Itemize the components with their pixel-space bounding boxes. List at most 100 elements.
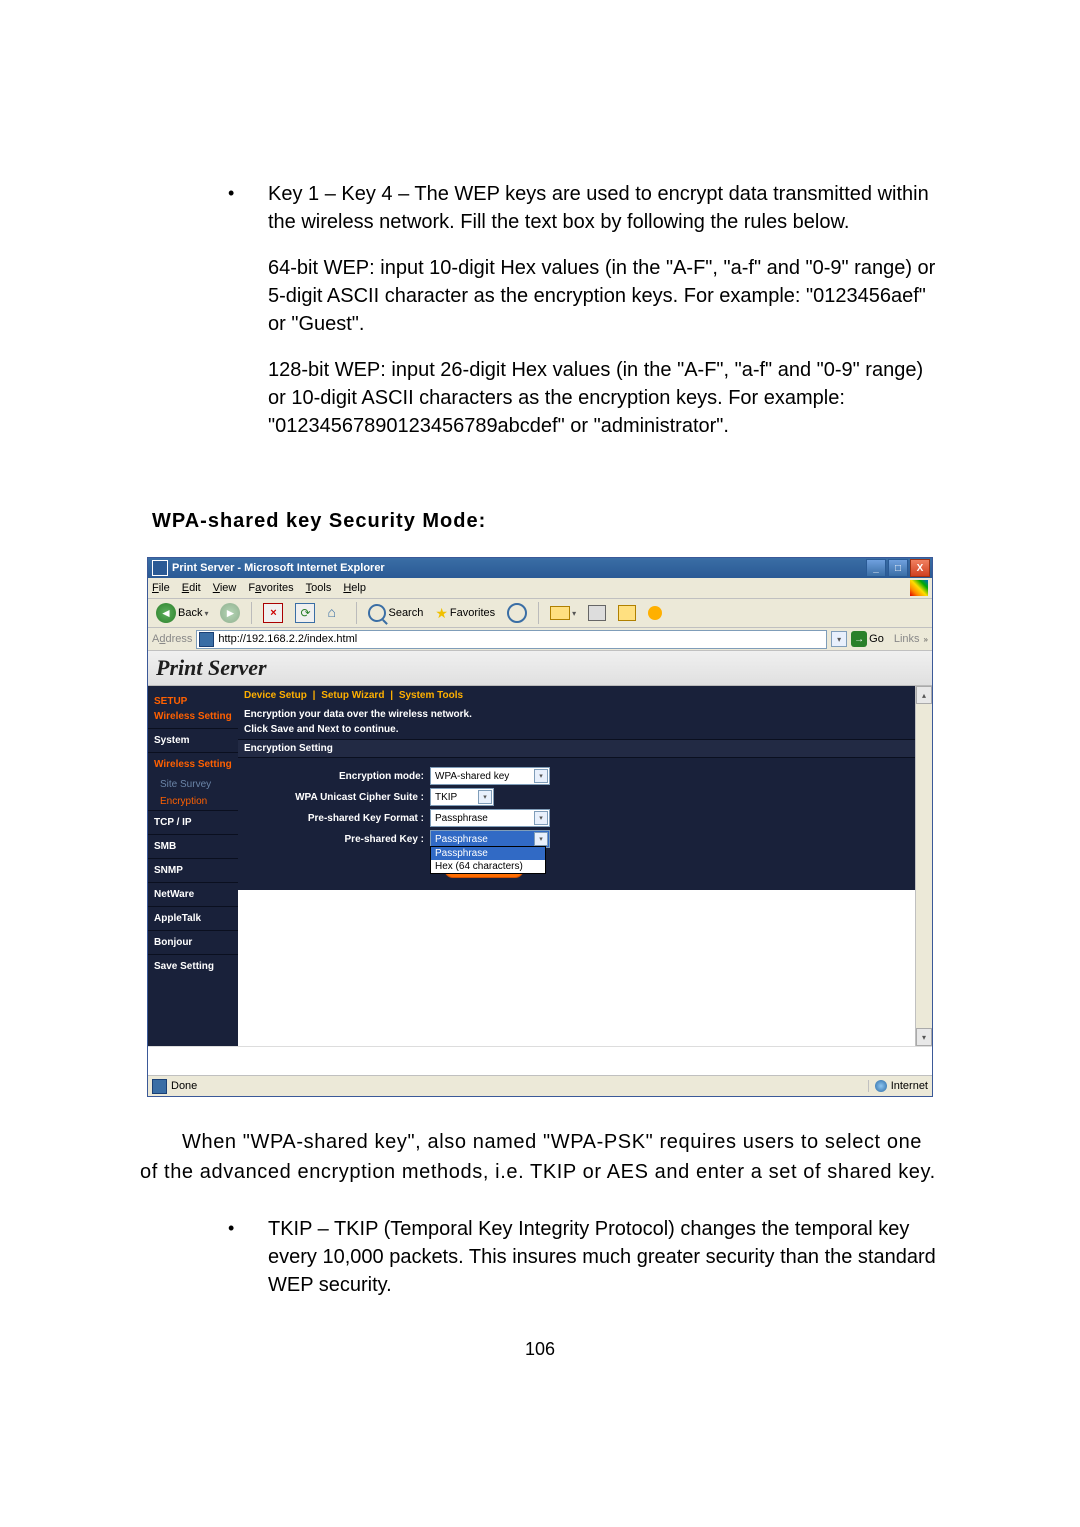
page-icon xyxy=(199,632,214,647)
sidebar-item-snmp[interactable]: SNMP xyxy=(148,858,238,882)
dropdown-preshared-key[interactable]: Passphrase Hex (64 characters) xyxy=(430,846,546,874)
wep-key-desc: Key 1 – Key 4 – The WEP keys are used to… xyxy=(268,180,940,440)
edit-icon xyxy=(618,605,636,621)
menu-help[interactable]: Help xyxy=(343,582,366,594)
search-label: Search xyxy=(388,607,423,619)
select-encryption-mode[interactable]: WPA-shared key ▾ xyxy=(430,767,550,785)
edit-button[interactable] xyxy=(614,603,640,623)
scroll-down-button[interactable]: ▾ xyxy=(916,1028,932,1046)
wep-128bit-para: 128-bit WEP: input 26-digit Hex values (… xyxy=(268,356,940,440)
page-number: 106 xyxy=(140,1339,940,1360)
value-key-format: Passphrase xyxy=(435,813,488,824)
sidebar-item-save-setting[interactable]: Save Setting xyxy=(148,954,238,978)
window-title: Print Server - Microsoft Internet Explor… xyxy=(172,562,866,574)
go-label: Go xyxy=(869,633,884,645)
links-label[interactable]: Links xyxy=(894,633,920,645)
sidebar-setup: SETUP xyxy=(148,692,238,711)
sidebar-item-bonjour[interactable]: Bonjour xyxy=(148,930,238,954)
menu-tools[interactable]: Tools xyxy=(306,582,332,594)
sidebar-item-smb[interactable]: SMB xyxy=(148,834,238,858)
menu-favorites[interactable]: Favorites xyxy=(248,582,293,594)
menu-edit[interactable]: Edit xyxy=(182,582,201,594)
wep-64bit-para: 64-bit WEP: input 10-digit Hex values (i… xyxy=(268,254,940,338)
menubar: File Edit View Favorites Tools Help xyxy=(148,578,932,599)
status-bar: Done Internet xyxy=(148,1075,932,1096)
option-hex[interactable]: Hex (64 characters) xyxy=(431,860,545,873)
app-body: SETUP Wireless Setting System Wireless S… xyxy=(148,686,915,1046)
wpa-psk-para: When "WPA-shared key", also named "WPA-P… xyxy=(140,1127,940,1187)
forward-button[interactable]: ► xyxy=(216,601,244,625)
menu-view[interactable]: View xyxy=(213,582,237,594)
sidebar-sub-encryption[interactable]: Encryption xyxy=(148,793,238,810)
app-title: Print Server xyxy=(156,655,267,680)
stop-button[interactable]: × xyxy=(259,601,287,625)
select-cipher-suite[interactable]: TKIP ▾ xyxy=(430,788,494,806)
status-zone-label: Internet xyxy=(891,1080,928,1092)
content-desc-1: Encryption your data over the wireless n… xyxy=(238,705,915,722)
chevron-down-icon: ▾ xyxy=(534,769,548,783)
menu-file[interactable]: File xyxy=(152,582,170,594)
mail-icon xyxy=(550,606,570,620)
back-icon: ◄ xyxy=(156,603,176,623)
wpa-section-title: WPA-shared key Security Mode: xyxy=(152,510,940,533)
sidebar-item-appletalk[interactable]: AppleTalk xyxy=(148,906,238,930)
crumb-system-tools[interactable]: System Tools xyxy=(399,690,463,701)
scrollbar[interactable]: ▴ ▾ xyxy=(915,686,932,1046)
select-key-format[interactable]: Passphrase ▾ xyxy=(430,809,550,827)
maximize-button[interactable]: □ xyxy=(888,559,908,577)
address-dropdown[interactable]: ▾ xyxy=(831,631,847,647)
home-button[interactable]: ⌂ xyxy=(323,602,349,624)
messenger-button[interactable] xyxy=(644,604,666,622)
mail-button[interactable]: ▾ xyxy=(546,604,580,622)
globe-icon xyxy=(875,1080,887,1092)
favorites-button[interactable]: ★Favorites xyxy=(431,603,499,624)
forward-icon: ► xyxy=(220,603,240,623)
label-encryption-mode: Encryption mode: xyxy=(244,771,430,782)
wep-key-head: Key 1 – Key 4 – The WEP keys are used to… xyxy=(268,183,929,233)
sidebar-item-netware[interactable]: NetWare xyxy=(148,882,238,906)
search-icon xyxy=(368,604,386,622)
chevron-down-icon: ▾ xyxy=(534,811,548,825)
crumb-setup-wizard[interactable]: Setup Wizard xyxy=(321,690,384,701)
go-button[interactable]: → Go xyxy=(851,631,884,647)
chevron-down-icon: ▾ xyxy=(478,790,492,804)
address-value: http://192.168.2.2/index.html xyxy=(218,633,357,645)
content-whitespace xyxy=(238,890,915,1040)
encryption-form: Encryption mode: WPA-shared key ▾ WPA Un… xyxy=(238,758,915,890)
status-done: Done xyxy=(171,1080,197,1092)
address-field[interactable]: http://192.168.2.2/index.html xyxy=(196,630,827,649)
back-button[interactable]: ◄ Back ▾ xyxy=(152,601,212,625)
close-button[interactable]: X xyxy=(910,559,930,577)
toolbar: ◄ Back ▾ ► × ⟳ ⌂ Search ★Favorites ▾ xyxy=(148,599,932,628)
print-icon xyxy=(588,605,606,621)
stop-icon: × xyxy=(263,603,283,623)
history-icon xyxy=(507,603,527,623)
app-header: Print Server xyxy=(148,651,932,686)
scroll-track[interactable] xyxy=(916,704,932,1028)
label-key-format: Pre-shared Key Format : xyxy=(244,813,430,824)
go-icon: → xyxy=(851,631,867,647)
sidebar-item-system[interactable]: System xyxy=(148,728,238,752)
history-button[interactable] xyxy=(503,601,531,625)
window-titlebar: Print Server - Microsoft Internet Explor… xyxy=(148,558,932,578)
sidebar-sub-site-survey[interactable]: Site Survey xyxy=(148,776,238,793)
breadcrumb: Device Setup | Setup Wizard | System Too… xyxy=(238,686,915,705)
sidebar-item-tcpip[interactable]: TCP / IP xyxy=(148,810,238,834)
search-button[interactable]: Search xyxy=(364,602,427,624)
minimize-button[interactable]: _ xyxy=(866,559,886,577)
sidebar-item-wireless-setting[interactable]: Wireless Setting xyxy=(148,752,238,776)
refresh-icon: ⟳ xyxy=(295,603,315,623)
star-icon: ★ xyxy=(435,605,448,622)
windows-flag-icon xyxy=(910,580,928,596)
refresh-button[interactable]: ⟳ xyxy=(291,601,319,625)
scroll-up-button[interactable]: ▴ xyxy=(916,686,932,704)
label-cipher-suite: WPA Unicast Cipher Suite : xyxy=(244,792,430,803)
label-preshared-key: Pre-shared Key : xyxy=(244,834,430,845)
bullet-dot: • xyxy=(228,180,268,440)
value-encryption-mode: WPA-shared key xyxy=(435,771,509,782)
done-icon xyxy=(152,1079,167,1094)
print-button[interactable] xyxy=(584,603,610,623)
sidebar-wireless-setting-head: Wireless Setting xyxy=(148,711,238,728)
option-passphrase[interactable]: Passphrase xyxy=(431,847,545,860)
crumb-device-setup[interactable]: Device Setup xyxy=(244,690,307,701)
